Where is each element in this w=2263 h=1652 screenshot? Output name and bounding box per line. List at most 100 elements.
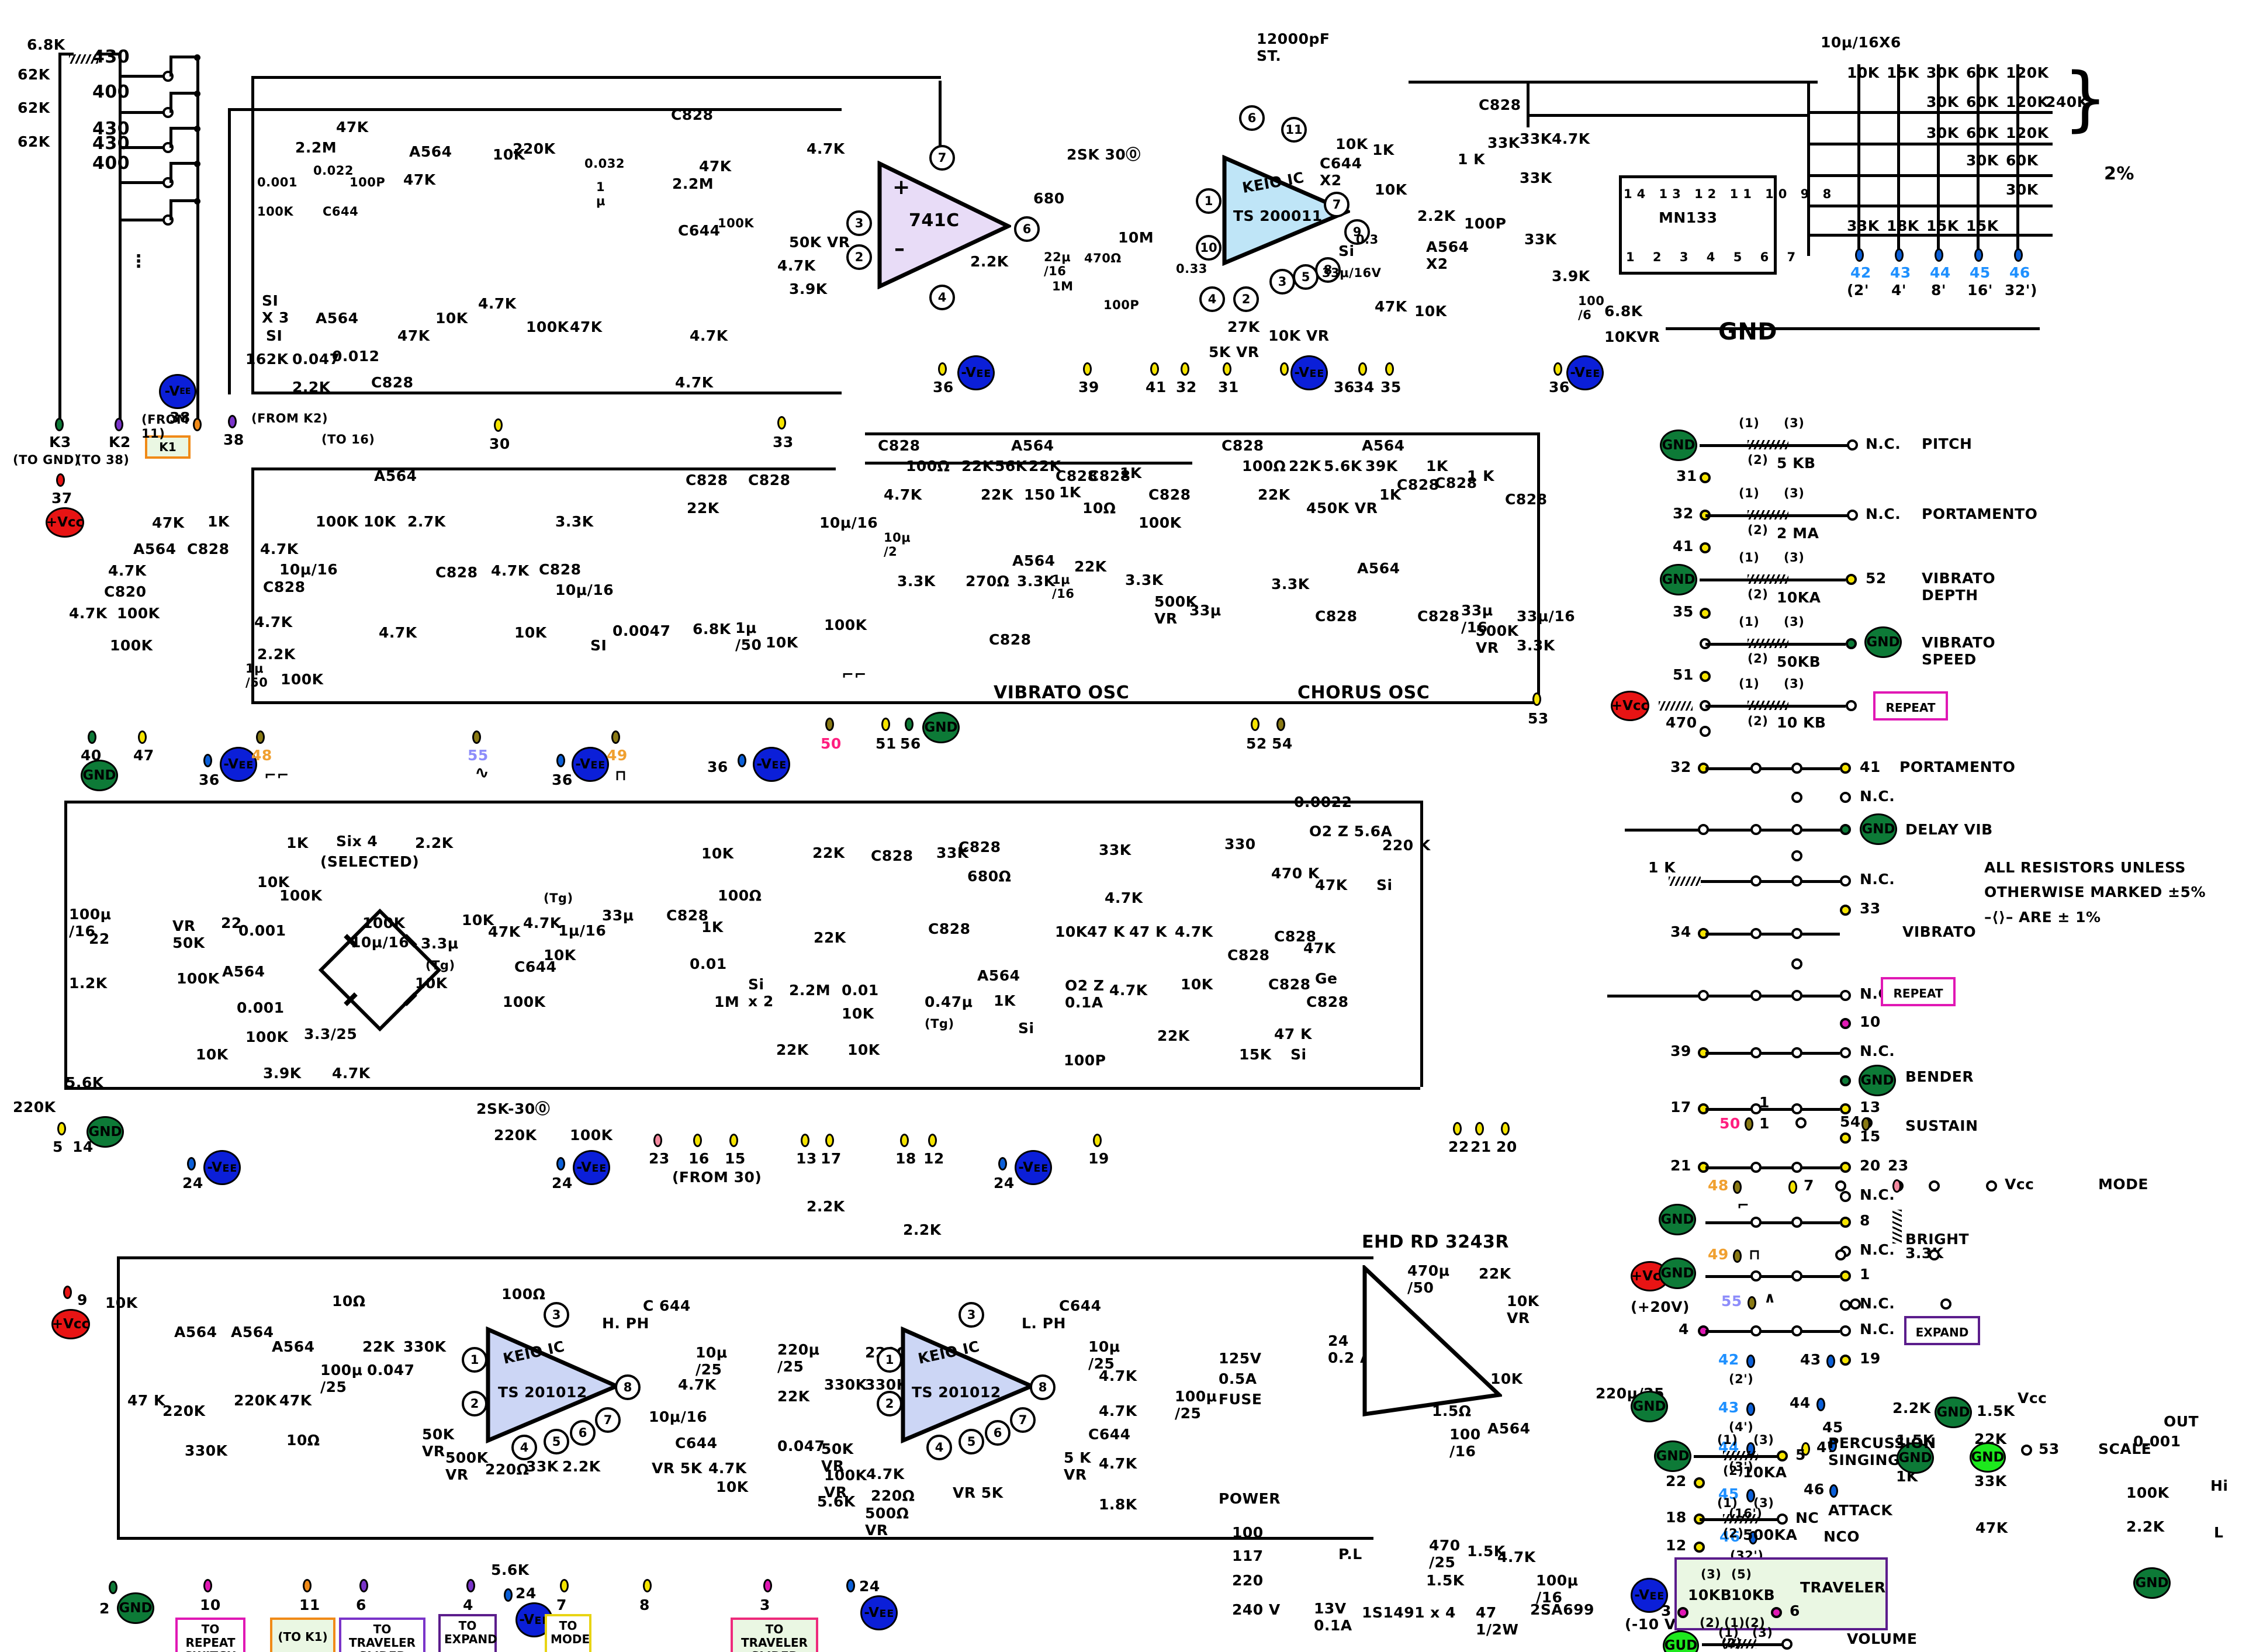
atk-pot: 500KA [1743,1526,1798,1543]
terminal-3[interactable] [763,1579,772,1592]
scale-46b[interactable] [1829,1484,1838,1498]
tap-2-e: (2) [1748,714,1769,728]
terminal-53[interactable] [1532,692,1541,706]
terminal-5[interactable] [57,1122,66,1135]
terminal-K1[interactable] [193,418,202,431]
terminal-20[interactable] [1501,1122,1510,1135]
terminal-13[interactable] [801,1134,809,1147]
v-a564-a: A564 [409,143,452,160]
node-17: 17 [821,1150,842,1167]
terminal-30[interactable] [494,418,503,432]
terminal-22[interactable] [1453,1122,1462,1135]
v-12000pf: 12000pF ST. [1257,30,1330,64]
sw-34: 34 [1670,923,1691,940]
v-si-f: Si [1290,1046,1307,1063]
foot-2: (2' [1847,282,1869,299]
terminal-33[interactable] [777,416,786,430]
label-K3: K3 [49,434,71,451]
terminal-51[interactable] [881,718,890,731]
pin-7b: 7 [1324,192,1350,217]
v-100p: 100P [350,175,386,189]
terminal-46[interactable] [2014,248,2023,262]
terminal-36f[interactable] [738,754,746,767]
pin-1b: 1 [1196,188,1222,214]
terminal-24a[interactable] [187,1157,196,1170]
terminal-36a[interactable] [938,362,947,376]
terminal-52[interactable] [1251,718,1259,731]
v-33k-d: 33K [1524,231,1557,248]
terminal-24e[interactable] [846,1579,855,1592]
terminal-15[interactable] [729,1134,738,1147]
wave-48: ⌐⌐ [264,767,289,784]
terminal-44[interactable] [1935,248,1943,262]
v-1u50-b: 1μ/50 [735,619,762,653]
terminal-19[interactable] [1093,1134,1102,1147]
wave-50: ⌐⌐ [842,666,867,683]
terminal-7[interactable] [560,1579,569,1592]
terminal-9[interactable] [63,1286,72,1299]
node-12: 12 [923,1150,944,1167]
terminal-54[interactable] [1276,718,1285,731]
terminal-23[interactable] [653,1134,662,1147]
terminal-32[interactable] [1181,362,1189,376]
terminal-24b[interactable] [556,1157,565,1170]
scale-43b[interactable] [1826,1355,1835,1368]
rail-gnd-d: GND [117,1592,154,1624]
terminal-45[interactable] [1974,248,1983,262]
terminal-49[interactable] [611,730,620,744]
terminal-17[interactable] [825,1134,834,1147]
terminal-K3[interactable] [55,418,64,431]
terminal-10[interactable] [203,1579,212,1592]
terminal-36d[interactable] [203,754,212,767]
sw-porta-from: 32 [1670,759,1691,775]
v-0047-b: 0.047 [367,1362,415,1379]
v-47k-w: 4.7K [1105,889,1143,906]
perc-22: 22 [1666,1473,1687,1490]
sw-sustain-label: SUSTAIN [1905,1117,1978,1134]
scale-44b[interactable] [1816,1398,1825,1411]
terminal-8[interactable] [643,1579,652,1592]
terminal-12[interactable] [928,1134,937,1147]
terminal-43[interactable] [1895,248,1904,262]
terminal-37[interactable] [56,473,65,487]
terminal-50[interactable] [825,718,834,731]
terminal-55[interactable] [472,730,481,744]
terminal-2[interactable] [109,1581,117,1594]
terminal-31[interactable] [1223,362,1231,376]
terminal-6[interactable] [359,1579,368,1592]
v-10k-p: 10K [1055,923,1088,940]
scale-42[interactable] [1746,1355,1755,1368]
terminal-24d[interactable] [504,1588,513,1602]
terminal-42[interactable] [1855,248,1864,262]
terminal-36c[interactable] [1553,362,1562,376]
v-1k-c: 1K [207,513,230,530]
terminal-16[interactable] [693,1134,702,1147]
terminal-48[interactable] [256,730,265,744]
pin-3b: 3 [1269,269,1295,295]
terminal-34[interactable] [1358,362,1367,376]
terminal-K2[interactable] [115,418,123,431]
terminal-21[interactable] [1475,1122,1484,1135]
v-39k-a: 3.9K [789,280,828,297]
v-22k-d: 22K [687,500,719,517]
terminal-40[interactable] [88,730,96,744]
terminal-4[interactable] [466,1579,475,1592]
panel-vibspeed-from: 51 [1673,666,1694,683]
terminal-11[interactable] [303,1579,312,1592]
terminal-56[interactable] [905,718,913,731]
terminal-36b[interactable] [1280,362,1289,376]
v-47k-a: 47K [336,119,369,136]
ic-part: TS 200011 [1233,207,1323,224]
terminal-36e[interactable] [556,754,565,767]
terminal-41[interactable] [1150,362,1159,376]
scale-43[interactable] [1746,1402,1755,1416]
terminal-39[interactable] [1083,362,1092,376]
terminal-35[interactable] [1385,362,1394,376]
v-56k-c: 5.6K [817,1493,856,1510]
label-to-16: (TO 16) [321,432,375,446]
terminal-18[interactable] [900,1134,909,1147]
terminal-47[interactable] [138,730,147,744]
v-1k-a: 1K [1372,141,1395,158]
terminal-38b[interactable] [228,415,237,428]
terminal-24c[interactable] [998,1157,1007,1170]
